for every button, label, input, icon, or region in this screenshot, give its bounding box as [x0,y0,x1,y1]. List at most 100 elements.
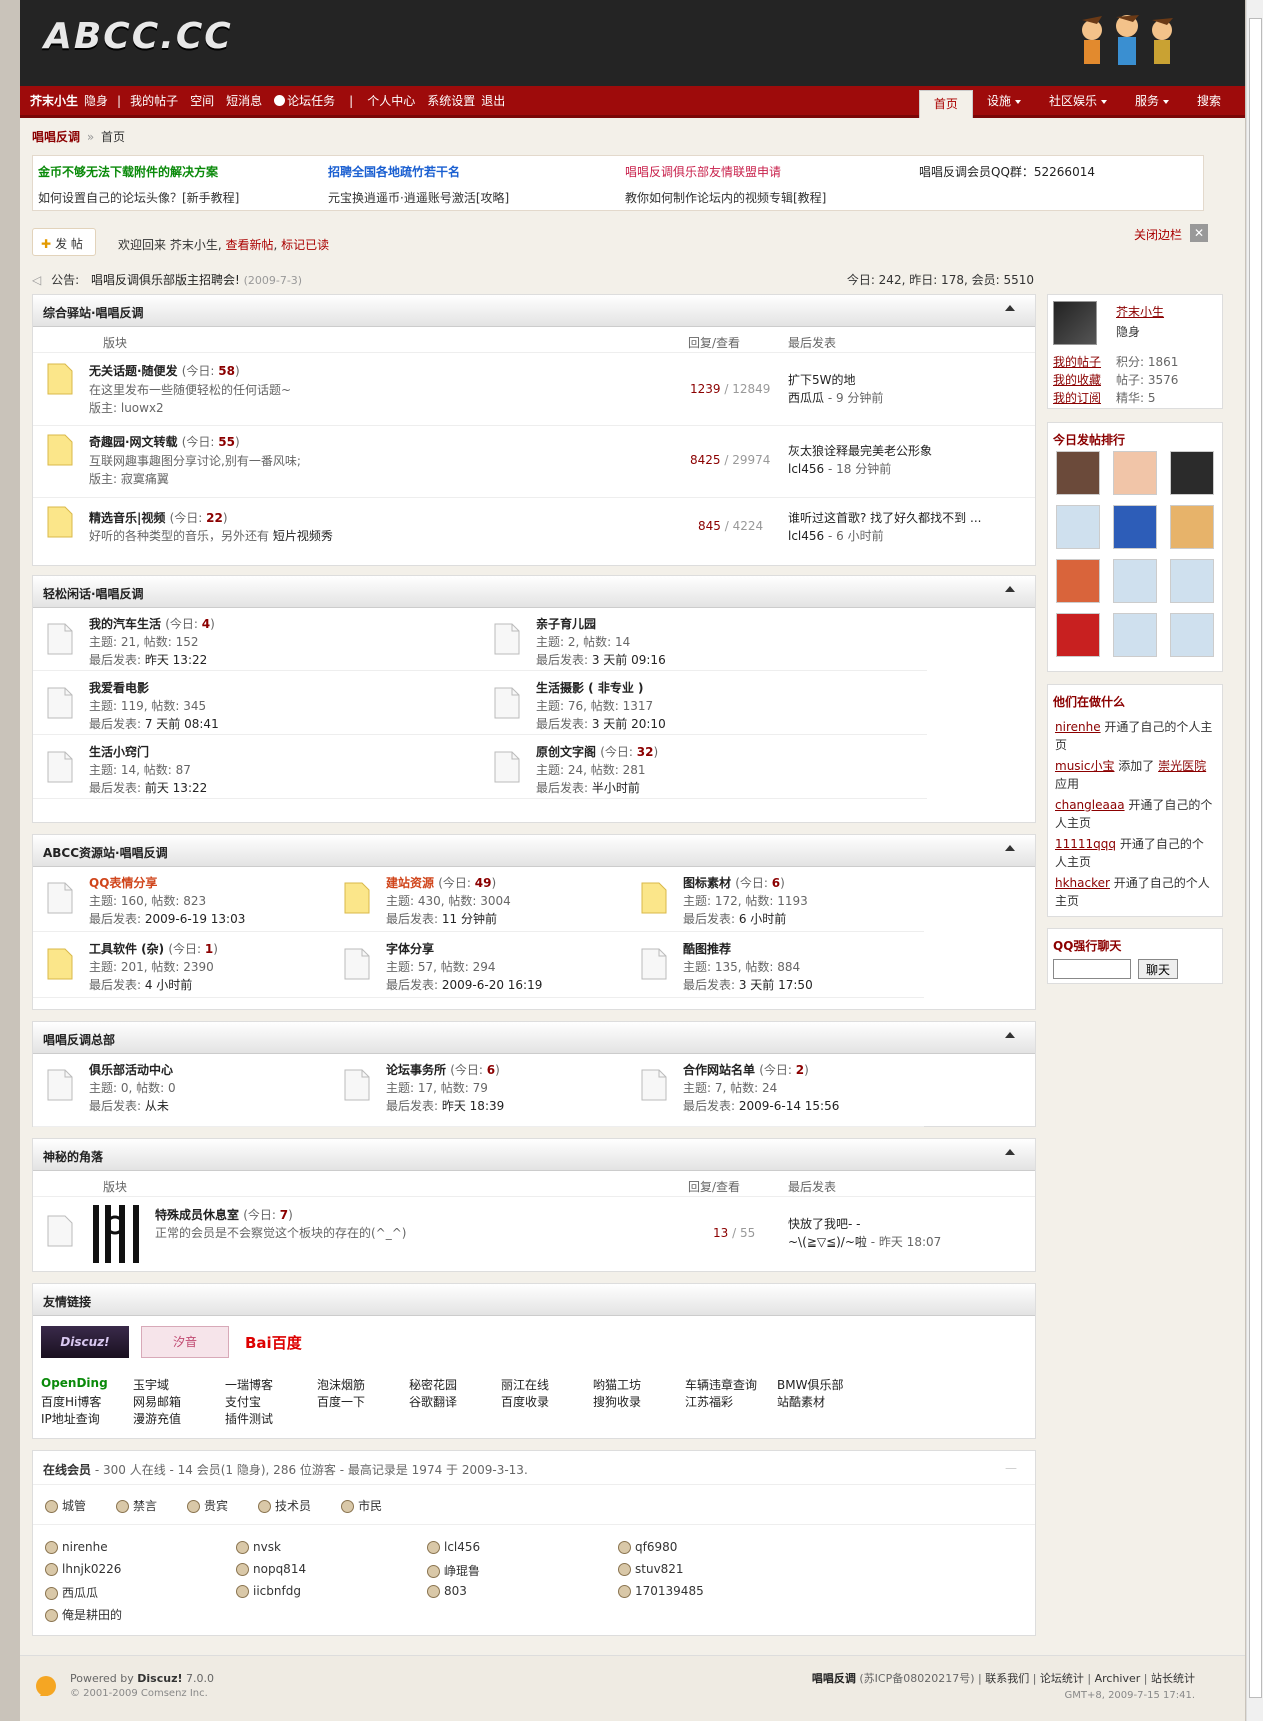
menu-tasks[interactable]: 论坛任务 [287,92,335,109]
online-user[interactable]: 峥琨鲁 [427,1562,480,1579]
forum-name[interactable]: QQ表情分享 [89,876,157,890]
forum-cell[interactable]: 酷图推荐 主题: 135, 帖数: 884 最后发表: 3 天前 17:50 [627,932,924,998]
friend-link[interactable]: 百度收录 [501,1393,549,1410]
notice-link[interactable]: 如何设置自己的论坛头像？[新手教程] [38,189,239,206]
menu-user-center[interactable]: 个人中心 [367,92,415,109]
forum-cell[interactable]: 我爱看电影 主题: 119, 帖数: 345 最后发表: 7 天前 08:41 [33,671,480,735]
activity-user[interactable]: music小宝 [1055,759,1114,773]
forum-desc-link[interactable]: 短片视频秀 [273,529,333,543]
friend-link[interactable]: 丽江在线 [501,1376,549,1393]
rank-avatar[interactable] [1113,505,1157,549]
nav-search[interactable]: 搜索 [1183,86,1235,118]
forum-cell[interactable]: 论坛事务所 (今日: 6) 主题: 17, 帖数: 79 最后发表: 昨天 18:3… [330,1053,627,1127]
online-user[interactable]: 俺是耕田的 [45,1606,122,1623]
notice-link[interactable]: 金币不够无法下载附件的解决方案 [38,163,218,180]
forum-name[interactable]: 工具软件 (杂) [89,942,164,956]
rank-avatar[interactable] [1113,559,1157,603]
friend-link[interactable]: 一瑞博客 [225,1376,273,1393]
jail-icon[interactable] [89,1205,145,1263]
collapse-icon[interactable] [1005,845,1015,851]
activity-user[interactable]: nirenhe [1055,720,1101,734]
forum-cell[interactable]: QQ表情分享 主题: 160, 帖数: 823 最后发表: 2009-6-19 13… [33,866,330,932]
forum-cell[interactable]: 建站资源 (今日: 49) 主题: 430, 帖数: 3004 最后发表: 11 分… [330,866,627,932]
forum-name[interactable]: 我的汽车生活 [89,617,161,631]
last-post-time[interactable]: 7 天前 08:41 [145,717,219,731]
my-posts-link[interactable]: 我的帖子 [1053,353,1101,370]
friend-link[interactable]: 百度一下 [317,1393,365,1410]
rank-avatar[interactable] [1170,505,1214,549]
rank-avatar[interactable] [1113,613,1157,657]
link-logo[interactable]: Bai百度 [245,1330,325,1356]
last-post-time[interactable]: 半小时前 [592,781,640,795]
menu-my-posts[interactable]: 我的帖子 [130,92,178,109]
qq-chat-button[interactable]: 聊天 [1138,959,1178,979]
forum-cell[interactable]: 亲子育儿园 主题: 2, 帖数: 14 最后发表: 3 天前 09:16 [480,607,927,671]
site-logo[interactable]: ABCC.CC [44,16,233,57]
forum-name[interactable]: 字体分享 [386,942,434,956]
friend-link[interactable]: BMW俱乐部 [777,1376,843,1393]
friend-link[interactable]: 车辆违章查询 [685,1376,757,1393]
forum-row[interactable]: 特殊成员休息室 (今日: 7) 正常的会员是不会察觉这个板块的存在的(^_^) … [33,1199,1035,1271]
forum-name[interactable]: 奇趣园·网文转载 [89,435,178,449]
link-logo[interactable]: Discuz! [41,1326,129,1358]
nav-facilities[interactable]: 设施 [973,86,1035,118]
forum-name[interactable]: 建站资源 [386,876,434,890]
forum-cell[interactable]: 图标素材 (今日: 6) 主题: 172, 帖数: 1193 最后发表: 6 小时前 [627,866,924,932]
last-post-time[interactable]: 3 天前 20:10 [592,717,666,731]
last-post-time[interactable]: 昨天 13:22 [145,653,207,667]
rank-avatar[interactable] [1056,613,1100,657]
online-user[interactable]: 803 [427,1584,467,1598]
footer-icp[interactable]: (苏ICP备08020217号) [856,1672,978,1685]
notice-link[interactable]: 唱唱反调俱乐部友情联盟申请 [625,163,781,180]
forum-name[interactable]: 论坛事务所 [386,1063,446,1077]
forum-name[interactable]: 合作网站名单 [683,1063,755,1077]
footer-sitestats[interactable]: 站长统计 [1151,1672,1195,1685]
friend-link[interactable]: 泡沫烟筋 [317,1376,365,1393]
activity-user[interactable]: 11111qqq [1055,837,1116,851]
forum-name[interactable]: 俱乐部活动中心 [89,1063,173,1077]
forum-cell[interactable]: 生活摄影 ( 非专业 ) 主题: 76, 帖数: 1317 最后发表: 3 天前 2… [480,671,927,735]
forum-name[interactable]: 精选音乐|视频 [89,511,165,525]
menu-space[interactable]: 空间 [190,92,214,109]
notice-link[interactable]: 教你如何制作论坛内的视频专辑[教程] [625,189,826,206]
online-user[interactable]: stuv821 [618,1562,684,1576]
online-user[interactable]: 170139485 [618,1584,704,1598]
friend-link[interactable]: 哟猫工坊 [593,1376,641,1393]
forum-name[interactable]: 酷图推荐 [683,942,731,956]
last-post-time[interactable]: 2009-6-20 16:19 [442,978,543,992]
online-user[interactable]: iicbnfdg [236,1584,301,1598]
forum-cell[interactable]: 我的汽车生活 (今日: 4) 主题: 21, 帖数: 152 最后发表: 昨天 13… [33,607,480,671]
my-favorites-link[interactable]: 我的收藏 [1053,371,1101,388]
forum-name[interactable]: 特殊成员休息室 [155,1208,239,1222]
online-user[interactable]: qf6980 [618,1540,677,1554]
profile-points[interactable]: 积分: 1861 [1116,353,1178,370]
collapse-icon[interactable] [1005,1032,1015,1038]
footer-archiver[interactable]: Archiver [1095,1672,1141,1685]
friend-link[interactable]: 谷歌翻译 [409,1393,457,1410]
footer-site[interactable]: 唱唱反调 [812,1672,856,1685]
online-user[interactable]: nvsk [236,1540,281,1554]
menu-messages[interactable]: 短消息 [226,92,262,109]
friend-link[interactable]: 站酷素材 [777,1393,825,1410]
activity-app[interactable]: 崇光医院 [1158,759,1206,773]
discuz-link[interactable]: Discuz! [137,1672,182,1685]
friend-link[interactable]: 搜狗收录 [593,1393,641,1410]
qq-input[interactable] [1053,959,1131,979]
last-author[interactable]: ~\(≧▽≦)/~啦 [788,1235,867,1249]
forum-cell[interactable]: 生活小窍门 主题: 14, 帖数: 87 最后发表: 前天 13:22 [33,735,480,799]
last-author[interactable]: lcl456 [788,462,824,476]
forum-cell[interactable]: 俱乐部活动中心 主题: 0, 帖数: 0 最后发表: 从未 [33,1053,330,1127]
last-post-time[interactable]: 6 小时前 [739,912,786,926]
last-author[interactable]: 西瓜瓜 [788,391,824,405]
nav-home[interactable]: 首页 [918,90,973,118]
friend-link[interactable]: 玉宇域 [133,1376,169,1393]
rank-avatar[interactable] [1056,559,1100,603]
friend-link[interactable]: 江苏福彩 [685,1393,733,1410]
nav-community[interactable]: 社区娱乐 [1035,86,1121,118]
nav-services[interactable]: 服务 [1121,86,1183,118]
scrollbar-thumb[interactable] [1249,18,1262,1698]
last-thread[interactable]: 扩下5W的地 [788,371,856,388]
last-post-time[interactable]: 3 天前 09:16 [592,653,666,667]
notice-link[interactable]: 唱唱反调会员QQ群：52266014 [919,163,1095,180]
forum-name[interactable]: 生活摄影 ( 非专业 ) [536,681,644,695]
